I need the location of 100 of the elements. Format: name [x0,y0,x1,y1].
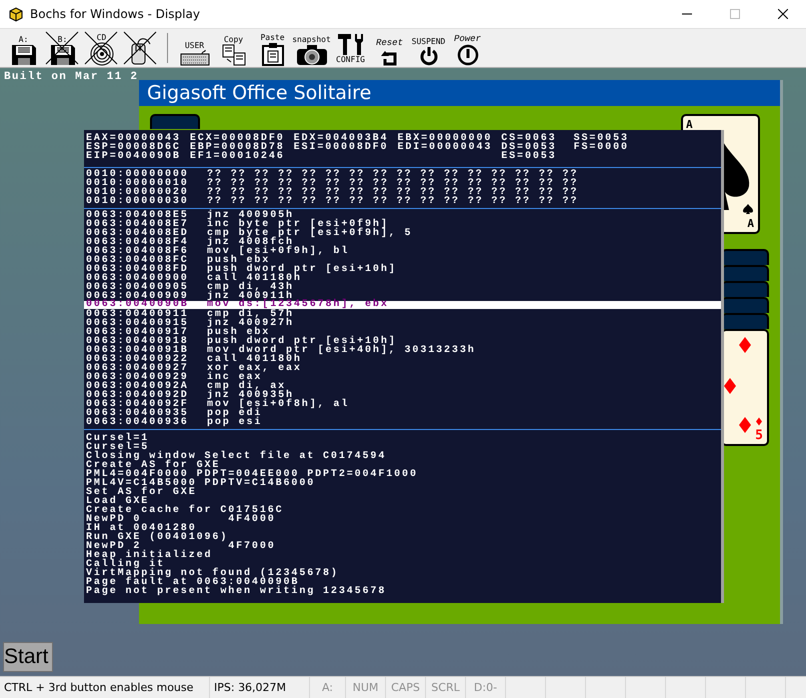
disassembly-line[interactable]: 0063:00400936 pop esi [84,418,721,427]
disassembly-line[interactable]: 0063:004008F6 mov [esi+0f9h], bl [84,247,721,256]
memory-bytes: ?? ?? ?? ?? ?? ?? ?? ?? ?? ?? ?? ?? ?? ?? ?? ?? [207,179,578,188]
log-line: Heap initialized [86,551,214,560]
disassembly-line[interactable]: 0063:0040092A cmp di, ax [84,382,721,391]
status-field: A: [310,677,346,698]
disassembly-line[interactable]: 0063:00400905 cmp di, 43h [84,283,721,292]
disassembly-line[interactable]: 0063:004008E5 jnz 400905h [84,211,721,220]
memory-address: 0010:00000020 [86,188,190,197]
log-line: PML4=004F0000 PDPT=004EE000 PDPT2=004F1000 [86,470,419,479]
register-value: FS=0000 [574,143,629,152]
log-line: Set AS for GXE [86,488,198,497]
disassembly-line[interactable]: 0063:004008ED cmp byte ptr [esi+0f9h], 5 [84,229,721,238]
log-line: Create cache for C017516C [86,506,285,515]
card-back[interactable] [721,313,769,329]
status-field: CAPS [386,677,426,698]
window-title: Bochs for Windows - Display [30,7,200,21]
disassembly-line[interactable]: 0063:00400918 push dword ptr [esi+10h] [84,337,721,346]
cross-icon [45,31,79,65]
register-value: EIP=0040090B [86,152,181,161]
log-line: NewPD 2 4F7000 [86,542,277,551]
memory-bytes: ?? ?? ?? ?? ?? ?? ?? ?? ?? ?? ?? ?? ?? ?? ?? ?? [207,197,578,206]
log-line: IH at 00401280 [86,524,197,533]
memory-bytes: ?? ?? ?? ?? ?? ?? ?? ?? ?? ?? ?? ?? ?? ?? ?? ?? [207,170,578,179]
log-line: Closing window Select file at C0174594 [86,452,388,461]
disassembly-line[interactable]: 0063:00400915 jnz 400927h [84,319,721,328]
disassembly-line[interactable]: 0063:0040092F mov [esi+0f8h], al [84,400,721,409]
disassembly-line[interactable]: 0063:004008FC push ebx [84,256,721,265]
disassembly-line[interactable]: 0063:00400935 pop edi [84,409,721,418]
register-value: ESP=00008D6C [86,143,181,152]
disassembly-line[interactable]: 0063:00400929 inc eax [84,373,721,382]
disassembly-line[interactable]: 0063:004008E7 inc byte ptr [esi+0f9h] [84,220,721,229]
start-button[interactable]: Start [3,642,53,672]
memory-bytes: ?? ?? ?? ?? ?? ?? ?? ?? ?? ?? ?? ?? ?? ?? ?? ?? [207,188,578,197]
toolbar-button[interactable]: Power [450,30,485,66]
disassembly-line[interactable]: 0063:0040091B mov dword ptr [esi+40h], 30313233h [84,346,721,355]
toolbar-button[interactable]: SUSPEND [411,30,446,66]
register-value: ES=0053 [501,152,557,161]
disassembly-line[interactable]: 0063:00400922 call 401180h [84,355,721,364]
memory-address: 0010:00000010 [86,179,190,188]
power-icon [418,46,438,66]
boot-message: Built on Mar 11 2 [4,72,138,82]
box-icon [8,6,24,22]
disassembly-line[interactable]: 0063:0040092D jnz 400935h [84,391,721,400]
status-field: NUM [346,677,386,698]
card-back[interactable] [721,265,769,281]
register-value: EF1=00010246 [190,152,285,161]
toolbar-button[interactable]: A: [6,30,41,66]
cross-icon [123,31,157,65]
disassembly-line[interactable]: 0063:00400927 xor eax, eax [84,364,721,373]
diamond-icon [756,417,762,426]
clipboard-icon [260,42,284,66]
tools-icon [336,32,364,54]
keyboard-icon [180,50,210,66]
register-value: EBP=00008D78 [190,143,285,152]
close-icon[interactable] [778,9,788,19]
disassembly-line[interactable]: 0063:00400917 push ebx [84,328,721,337]
log-line: PML4V=C14B5000 PDPTV=C14B6000 [86,479,316,488]
register-value: SS=0053 [574,134,629,143]
disc-icon [88,42,114,66]
camera-icon [296,44,328,66]
memory-address: 0010:00000030 [86,197,190,206]
log-line: Page fault at 0063:0040090B [86,578,300,587]
copy-icon [222,44,246,66]
register-value: ECX=00008DF0 [190,134,285,143]
log-line: Create AS for GXE [86,461,220,470]
disassembly-line[interactable]: 0063:004008FD push dword ptr [esi+10h] [84,265,721,274]
register-value: EAX=00000043 [86,134,181,143]
power-icon [456,44,478,66]
toolbar-button[interactable]: Copy [216,30,251,66]
toolbar-button[interactable]: Paste [255,30,290,66]
register-value: EDI=00000043 [397,143,492,152]
toolbar-button[interactable]: snapshot [294,30,329,66]
status-field: D:0- [466,677,506,698]
cross-icon [84,31,118,65]
status-field: CTRL + 3rd button enables mouse [0,677,210,698]
log-line: Cursel=5 [86,443,150,452]
disassembly-line[interactable]: 0063:00400911 cmp di, 57h [84,310,721,319]
register-value: EBX=00000000 [397,134,492,143]
solitaire-title: Gigasoft Office Solitaire [139,80,780,106]
diamond-icon [739,417,751,433]
log-line: NewPD 0 4F4000 [86,515,277,524]
toolbar-button[interactable]: USER [177,30,212,66]
log-line: VirtMapping not found (12345678) [86,569,340,578]
card-back[interactable] [721,281,769,297]
register-value: CS=0063 [501,134,557,143]
log-line: Load GXE [86,497,150,506]
card-back[interactable] [721,249,769,265]
diamond-icon [739,337,751,353]
status-field: IPS: 36,027M [210,677,310,698]
disassembly-line[interactable]: 0063:00400900 call 401180h [84,274,721,283]
log-line: Run GXE (00401096) [86,533,228,542]
status-field: SCRL [426,677,466,698]
card-back[interactable] [721,297,769,313]
disassembly-line[interactable]: 0063:004008F4 jnz 4008fch [84,238,721,247]
register-value: ESI=00008DF0 [294,143,388,152]
log-line: Calling it [86,560,166,569]
five-of-diamonds-card[interactable]: 5 [721,329,769,446]
toolbar-button[interactable]: CONFIG [333,30,368,66]
toolbar-button[interactable]: Reset [372,30,407,66]
